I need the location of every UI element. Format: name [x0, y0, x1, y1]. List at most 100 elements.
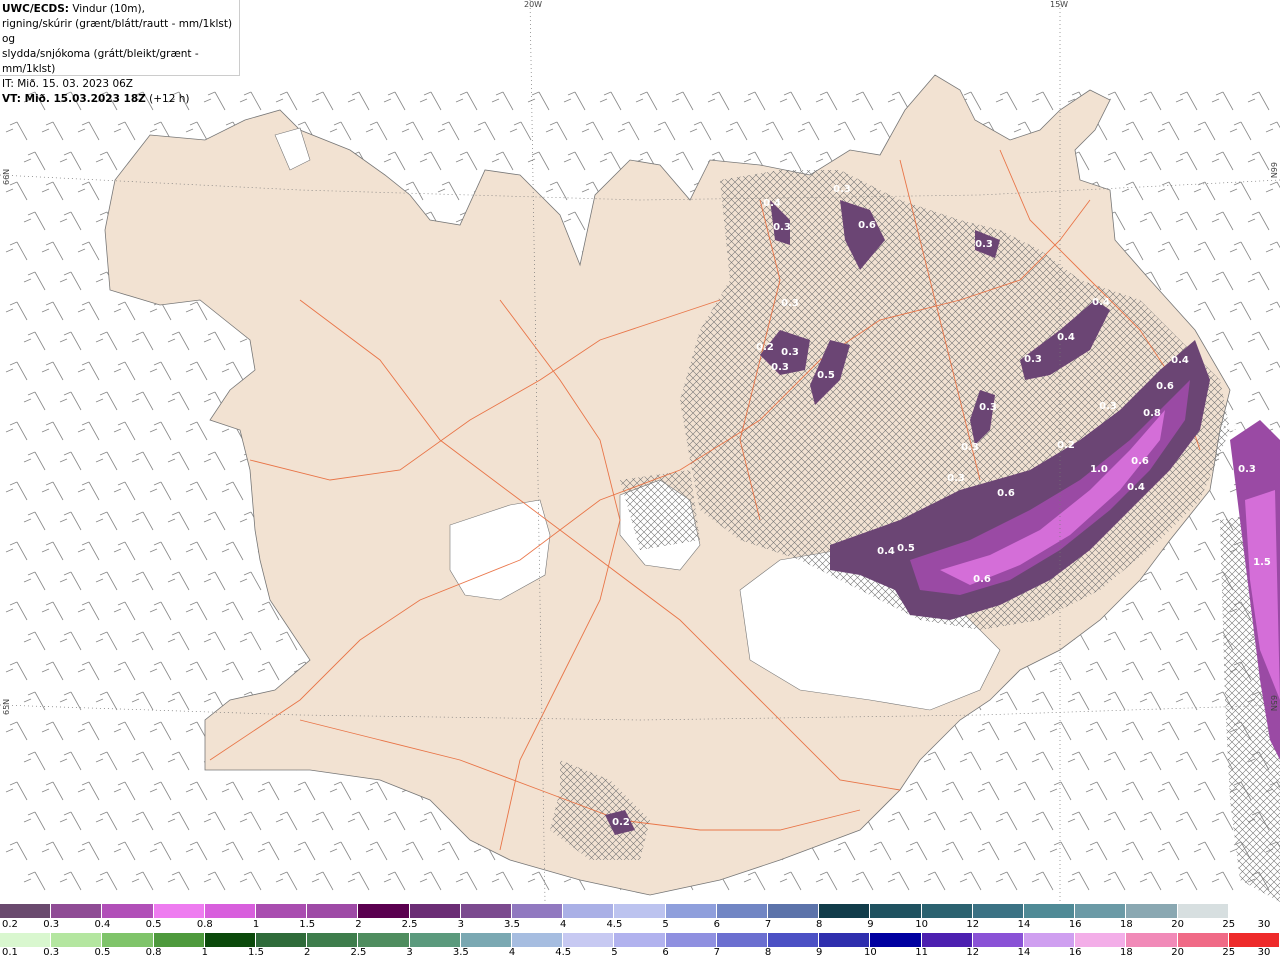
- precip-value-label: 0.3: [979, 402, 997, 413]
- legend-snow-swatch: [768, 904, 820, 918]
- legend-snow-label: 0.4: [94, 919, 111, 930]
- legend-snow-swatch: [51, 904, 103, 918]
- precip-value-label: 0.4: [1171, 355, 1189, 366]
- legend-snow-label: 3.5: [504, 919, 520, 930]
- legend-snow-label: 1: [252, 919, 260, 930]
- info-lead: (+12 h): [145, 93, 190, 105]
- legend-rain-label: 8: [764, 947, 772, 958]
- precip-value-label: 0.4: [877, 546, 895, 557]
- legend-snow-swatch: [665, 904, 717, 918]
- legend-rain-label: 5: [611, 947, 618, 958]
- legend-snow-swatch: [1177, 904, 1229, 918]
- legend-rain-swatch: [972, 933, 1024, 947]
- legend-snow-swatch: [1228, 904, 1280, 918]
- precip-value-label: 0.3: [1099, 401, 1117, 412]
- precip-value-label: 0.6: [858, 220, 876, 231]
- legend-rain-label: 30: [1257, 947, 1271, 958]
- legend-rain-label: 25: [1222, 947, 1236, 958]
- precip-value-label: 0.2: [756, 342, 774, 353]
- legend-snow-label: 16: [1068, 919, 1082, 930]
- legend-snow-swatch: [358, 904, 410, 918]
- legend-rain-swatch: [256, 933, 308, 947]
- legend-rain-swatch: [51, 933, 103, 947]
- legend-snow-swatch: [819, 904, 871, 918]
- legend-rain-label: 3: [406, 947, 413, 958]
- legend-snow-label: 6: [713, 919, 720, 930]
- legend-rain-swatch: [768, 933, 820, 947]
- legend-rain-label: 11: [915, 947, 928, 958]
- legend-rain-label: 2: [304, 947, 311, 958]
- legend-snow-label: 1.5: [299, 919, 316, 930]
- precip-value-label: 0.2: [612, 817, 630, 828]
- legend-snow-label: 2: [355, 919, 362, 930]
- weather-map: 0.40.30.3 0.60.30.30.2 0.30.30.50.40.40.30…: [0, 0, 1280, 902]
- legend-rain-swatch: [1024, 933, 1076, 947]
- legend-rain-label: 1.5: [248, 947, 264, 958]
- legend-rain-label: 14: [1017, 947, 1031, 958]
- precip-value-label: 0.8: [1143, 408, 1161, 419]
- legend-snow-swatch: [204, 904, 256, 918]
- legend-rain-swatch: [1126, 933, 1178, 947]
- legend-rain-labels: 0.1 0.3 0.5 0.8 1 1.5 2 2.5 3 3.5 4 4.5 5 6 7 8 9 10 11 12 1…: [0, 947, 1280, 959]
- info-line3: slydda/snjókoma (grátt/bleikt/grænt - mm…: [2, 48, 199, 75]
- precip-value-label: 0.6: [1156, 381, 1174, 392]
- legend-snow-labels: 0.2 0.3 0.4 0.5 0.8 1 1.5 2 2.5 3 3.5 4 4.5 5 6 7 8 9 10 12…: [0, 919, 1280, 931]
- legend-rain-label: 12: [966, 947, 980, 958]
- lon-label-15w: 15W: [1050, 0, 1069, 9]
- legend-snow-swatch: [102, 904, 154, 918]
- legend-snow-label: 0.2: [2, 919, 18, 930]
- precip-value-label: 0.6: [973, 574, 991, 585]
- precip-value-label: 0.3: [833, 184, 851, 195]
- legend-rain-label: 0.8: [145, 947, 162, 958]
- legend-snow-swatch: [1075, 904, 1127, 918]
- lat-label-66n-right: 66N: [1269, 162, 1278, 179]
- legend-rain-swatch: [512, 933, 564, 947]
- legend-snow-swatch: [716, 904, 768, 918]
- precip-value-label: 1.5: [1253, 557, 1271, 568]
- legend-rain-swatch: [921, 933, 973, 947]
- legend-snow-swatch: [460, 904, 512, 918]
- precip-value-label: 0.4: [1057, 332, 1075, 343]
- precip-value-label: 0.4: [763, 198, 781, 209]
- legend-snow-swatch: [870, 904, 922, 918]
- legend-rain-label: 4.5: [555, 947, 572, 958]
- legend-snow-swatch: [563, 904, 615, 918]
- legend-rain-swatch: [102, 933, 154, 947]
- legend-rain-swatch: [870, 933, 922, 947]
- legend-rain-swatch: [819, 933, 871, 947]
- precip-value-label: 0.3: [947, 473, 965, 484]
- legend-rain-swatch: [563, 933, 615, 947]
- legend-rain-swatch: [204, 933, 256, 947]
- legend-snow-swatch: [1126, 904, 1178, 918]
- legend-snow-label: 10: [915, 919, 928, 930]
- legend-snow-swatch: [972, 904, 1024, 918]
- legend-rain-label: 2.5: [350, 947, 367, 958]
- legend-snow-swatch: [1024, 904, 1076, 918]
- legend-rain-swatch: [614, 933, 666, 947]
- legend-snow-swatch: [307, 904, 359, 918]
- precip-value-label: 0.3: [781, 347, 799, 358]
- precip-value-label: 0.3: [961, 442, 979, 453]
- legend-rain-swatch: [307, 933, 359, 947]
- legend-rain-label: 10: [864, 947, 877, 958]
- legend-snow-label: 3: [457, 919, 464, 930]
- legend-rain-swatch: [1177, 933, 1229, 947]
- legend-rain-label: 1: [201, 947, 208, 958]
- info-initial-time: IT: Mið. 15. 03. 2023 06Z: [2, 78, 133, 90]
- legend-snow-label: 30: [1257, 919, 1271, 930]
- legend-rain-swatch: [460, 933, 512, 947]
- legend-snow-label: 25: [1222, 919, 1236, 930]
- precip-value-label: 0.4: [1092, 297, 1110, 308]
- legend-rain-bar: [0, 933, 1280, 947]
- legend-snow-label: 20: [1171, 919, 1184, 930]
- legend-rain-label: 0.1: [2, 947, 18, 958]
- precip-value-label: 0.3: [975, 239, 993, 250]
- precip-value-label: 0.6: [997, 488, 1015, 499]
- legend-snow-swatch: [921, 904, 973, 918]
- precip-value-label: 0.3: [781, 298, 799, 309]
- info-valid-time: VT: Mið. 15.03.2023 18Z: [2, 93, 146, 105]
- legend-snow-bar: [0, 904, 1280, 918]
- legend-rain-swatch: [716, 933, 768, 947]
- info-title: UWC/ECDS:: [2, 3, 70, 15]
- legend-rain-label: 20: [1171, 947, 1184, 958]
